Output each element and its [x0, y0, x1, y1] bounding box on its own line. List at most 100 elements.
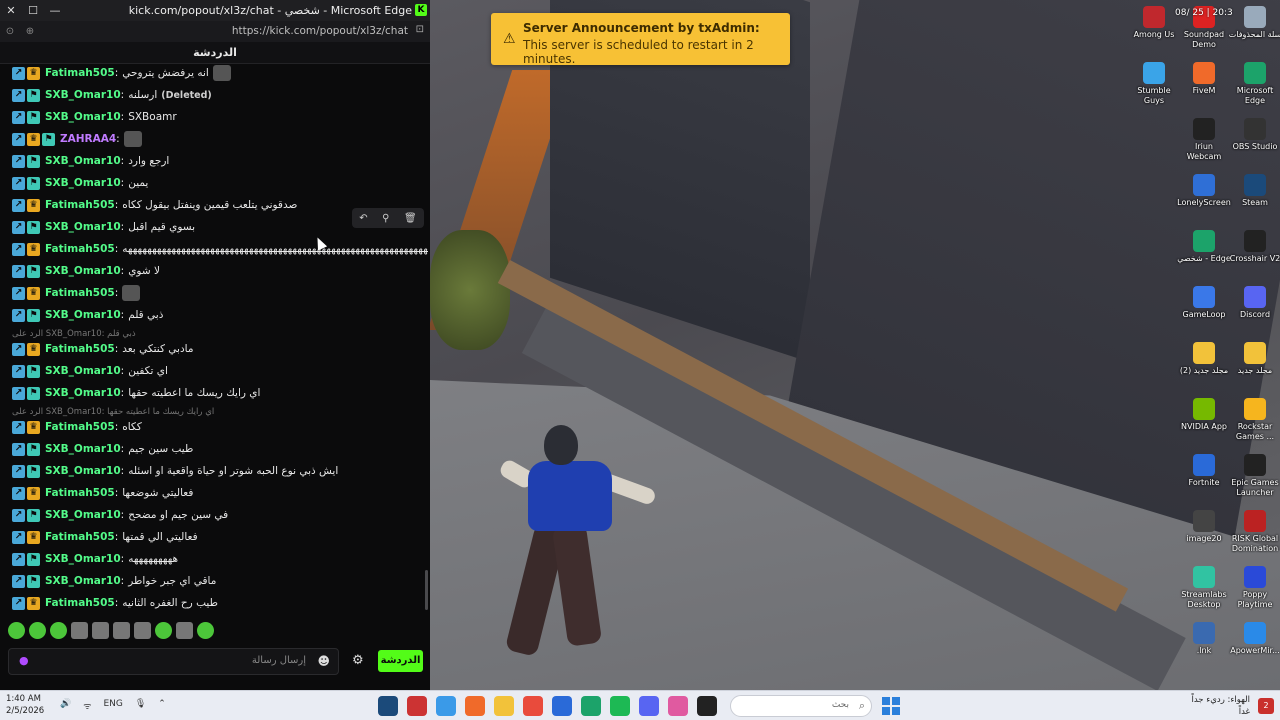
desktop-icon[interactable]: سلة المحذوفات [1228, 6, 1280, 40]
minimize-icon[interactable]: — [44, 0, 66, 21]
desktop-icon[interactable]: Steam [1228, 174, 1280, 208]
chat-username[interactable]: Fatimah505 [45, 343, 115, 355]
chat-message[interactable]: ↗ ⚑ SXB_Omar10: اي تكفين [12, 362, 168, 380]
chat-username[interactable]: SXB_Omar10 [45, 155, 121, 167]
desktop-icon[interactable]: Poppy Playtime [1228, 566, 1280, 610]
reply-icon[interactable]: ↶ [359, 213, 367, 224]
desktop-icon[interactable]: مجلد جديد [1228, 342, 1280, 376]
chat-username[interactable]: SXB_Omar10 [45, 575, 121, 587]
chat-messages[interactable]: ↗ ♛ Fatimah505: انه يرفضش يتروحي ↗ ⚑ SXB_Omar1… [0, 64, 428, 612]
chat-message[interactable]: ↗ ⚑ SXB_Omar10: اي رايك ريسك ما اعطيته حقها [12, 384, 260, 402]
app3-taskbar-icon[interactable] [697, 696, 717, 716]
emote-button[interactable] [71, 622, 88, 639]
fivem-taskbar-icon[interactable] [465, 696, 485, 716]
chat-username[interactable]: Fatimah505 [45, 199, 115, 211]
chat-message[interactable]: ↗ ⚑ SXB_Omar10: في سين جيم او مضحح [12, 506, 228, 524]
desktop-icon[interactable]: مجلد جديد (2) [1177, 342, 1231, 376]
start-button[interactable] [882, 697, 900, 715]
chat-message[interactable]: ↗ ⚑ SXB_Omar10: لا شوي [12, 262, 160, 280]
notification-badge[interactable]: 2 [1258, 698, 1274, 714]
emote-button[interactable] [8, 622, 25, 639]
desktop-icon[interactable]: LonelyScreen [1177, 174, 1231, 208]
weather-widget[interactable]: الهواء: رديء جداً غداً [1191, 694, 1250, 718]
app2-taskbar-icon[interactable] [668, 696, 688, 716]
steam-taskbar-icon[interactable] [378, 696, 398, 716]
url-text[interactable]: https://kick.com/popout/xl3z/chat [232, 25, 408, 37]
chat-username[interactable]: Fatimah505 [45, 287, 115, 299]
desktop-icon[interactable]: شخصي - Edge [1177, 230, 1231, 264]
chat-message[interactable]: ↗ ⚑ SXB_Omar10: ذبي قلم [12, 306, 163, 324]
desktop-icon[interactable]: Iriun Webcam [1177, 118, 1231, 162]
desktop-icon[interactable]: GameLoop [1177, 286, 1231, 320]
address-bar[interactable]: ⊙ ⊕ https://kick.com/popout/xl3z/chat ⊡ [0, 21, 430, 42]
chat-username[interactable]: SXB_Omar10 [45, 387, 121, 399]
desktop-icon[interactable]: Streamlabs Desktop [1177, 566, 1231, 610]
language-indicator[interactable]: ENG [103, 699, 122, 712]
reply-context[interactable]: الرد على SXB_Omar10: ذبي قلم [12, 329, 136, 339]
chat-message[interactable]: ↗ ⚑ SXB_Omar10: ماقي اي جبر خواطر [12, 572, 216, 590]
chat-message[interactable]: ↗ ♛ Fatimah505: طيب رح الغفره الثانيه [12, 594, 218, 612]
desktop-icon[interactable]: Among Us [1127, 6, 1181, 40]
emote-button[interactable] [155, 622, 172, 639]
desktop-icon[interactable]: NVIDIA App [1177, 398, 1231, 432]
desktop-icon[interactable]: RISK Global Domination [1228, 510, 1280, 554]
microphone-icon[interactable]: ● [19, 654, 29, 667]
desktop-icon[interactable]: Microsoft Edge [1228, 62, 1280, 106]
desktop-icon[interactable]: Stumble Guys [1127, 62, 1181, 106]
chat-username[interactable]: SXB_Omar10 [45, 309, 121, 321]
emote-button[interactable] [50, 622, 67, 639]
chrome-taskbar-icon[interactable] [523, 696, 543, 716]
volume-icon[interactable]: 🔊 [60, 699, 71, 712]
reply-context[interactable]: الرد على SXB_Omar10: اي رايك ريسك ما اعط… [12, 407, 214, 417]
desktop-icon[interactable]: Discord [1228, 286, 1280, 320]
chat-message[interactable]: ↗ ⚑ SXB_Omar10: ارسلنه (Deleted) [12, 86, 212, 104]
chat-input[interactable] [46, 655, 306, 666]
chat-username[interactable]: Fatimah505 [45, 67, 115, 79]
chat-username[interactable]: SXB_Omar10 [45, 111, 121, 123]
chat-message[interactable]: ↗ ♛ ⚑ ZAHRAA4: [12, 130, 142, 148]
chat-username[interactable]: ZAHRAA4 [60, 133, 116, 145]
chat-username[interactable]: SXB_Omar10 [45, 443, 121, 455]
chat-username[interactable]: SXB_Omar10 [45, 177, 121, 189]
clock[interactable]: 1:40 AM 2/5/2026 [6, 693, 44, 717]
emote-button[interactable] [113, 622, 130, 639]
emote-button[interactable] [29, 622, 46, 639]
chat-send-button[interactable]: الدردشة [378, 650, 423, 672]
delete-icon[interactable]: 🗑 [404, 213, 417, 224]
chat-scrollbar[interactable] [425, 570, 428, 610]
desktop-icon[interactable]: image20 [1177, 510, 1231, 544]
chat-username[interactable]: SXB_Omar10 [45, 265, 121, 277]
pin-icon[interactable]: ⚲ [382, 213, 389, 224]
chat-username[interactable]: SXB_Omar10 [45, 365, 121, 377]
chat-username[interactable]: SXB_Omar10 [45, 553, 121, 565]
chat-message[interactable]: ↗ ⚑ SXB_Omar10: ارجع وارد [12, 152, 169, 170]
page-info-icon[interactable]: ⊙ [0, 26, 20, 37]
close-icon[interactable]: ✕ [0, 0, 22, 21]
discord-taskbar-icon[interactable] [639, 696, 659, 716]
app-taskbar-icon[interactable] [552, 696, 572, 716]
chevron-up-icon[interactable]: ⌃ [158, 699, 166, 712]
spotify-taskbar-icon[interactable] [610, 696, 630, 716]
chat-message[interactable]: ↗ ♛ Fatimah505: فعاليتي شوضعها [12, 484, 193, 502]
emote-button[interactable] [197, 622, 214, 639]
taskbar-search[interactable]: بحث ⌕ [730, 695, 872, 717]
chat-message[interactable]: ↗ ♛ Fatimah505: فعاليتي الي قمتها [12, 528, 198, 546]
store-taskbar-icon[interactable] [436, 696, 456, 716]
desktop-icon[interactable]: ApowerMir... [1228, 622, 1280, 656]
desktop-icon[interactable]: .lnk [1177, 622, 1231, 656]
obs-taskbar-icon[interactable] [407, 696, 427, 716]
chat-username[interactable]: Fatimah505 [45, 531, 115, 543]
desktop-icon[interactable]: OBS Studio [1228, 118, 1280, 152]
desktop-icon[interactable]: Fortnite [1177, 454, 1231, 488]
chat-username[interactable]: Fatimah505 [45, 243, 115, 255]
chat-message[interactable]: ↗ ♛ Fatimah505: [12, 284, 141, 302]
chat-message[interactable]: ↗ ♛ Fatimah505: ههههههههههههههههههههههههههه… [12, 240, 428, 258]
chat-username[interactable]: SXB_Omar10 [45, 465, 121, 477]
maximize-icon[interactable]: ☐ [22, 0, 44, 21]
chat-message[interactable]: ↗ ⚑ SXB_Omar10: بسوي قيم اقبل [12, 218, 195, 236]
wifi-icon[interactable]: ᯤ [83, 699, 91, 712]
zoom-icon[interactable]: ⊕ [20, 26, 40, 37]
edge-taskbar-icon[interactable] [581, 696, 601, 716]
chat-username[interactable]: SXB_Omar10 [45, 89, 121, 101]
emoji-icon[interactable]: ☻ [317, 654, 330, 668]
